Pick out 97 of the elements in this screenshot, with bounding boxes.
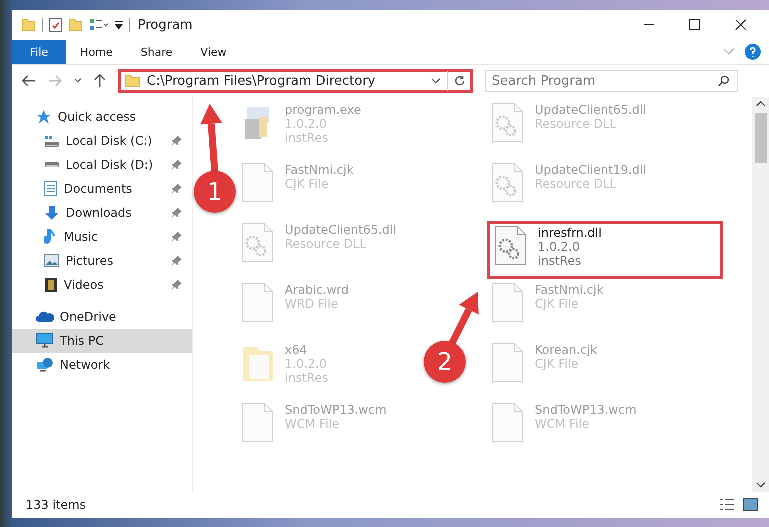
document-icon — [44, 181, 58, 197]
drive-icon — [44, 162, 60, 168]
pin-icon[interactable] — [172, 280, 182, 290]
picture-icon — [44, 254, 60, 268]
scroll-down-icon[interactable] — [756, 482, 766, 488]
pin-icon[interactable] — [172, 184, 182, 194]
sidebar-item[interactable]: Local Disk (C:) — [12, 129, 192, 153]
file-name: UpdateClient65.dll — [535, 103, 647, 117]
sidebar-item[interactable]: OneDrive — [12, 305, 192, 329]
down-arrow-icon — [44, 205, 60, 221]
sidebar-item[interactable]: Network — [12, 353, 192, 377]
file-name: FastNmi.cjk — [285, 163, 354, 177]
file-name: FastNmi.cjk — [535, 283, 604, 297]
pin-icon[interactable] — [172, 256, 182, 266]
blank-file-icon — [491, 403, 525, 443]
window-title: Program — [138, 18, 193, 32]
back-arrow-icon[interactable] — [22, 75, 36, 87]
pin-icon[interactable] — [172, 136, 182, 146]
file-name: program.exe — [285, 103, 362, 117]
step-number-badge: 2 — [424, 341, 466, 383]
blank-file-icon — [241, 283, 275, 323]
sidebar-item[interactable]: Quick access — [12, 105, 192, 129]
file-name: SndToWP13.wcm — [535, 403, 637, 417]
pin-icon[interactable] — [172, 208, 182, 218]
pin-star-icon — [36, 109, 52, 125]
file-detail: CJK File — [535, 297, 580, 311]
file-detail: 1.0.2.0 — [285, 117, 328, 131]
file-detail: CJK File — [285, 177, 330, 191]
file-name: inresfrn.dll — [538, 226, 602, 240]
sidebar-item[interactable]: Downloads — [12, 201, 192, 225]
scroll-thumb[interactable] — [754, 113, 766, 163]
file-detail: WCM File — [535, 417, 590, 431]
scrollbar[interactable] — [752, 97, 769, 492]
blank-file-icon — [241, 163, 275, 203]
pin-icon[interactable] — [172, 232, 182, 242]
recent-caret-icon[interactable] — [74, 78, 82, 84]
dropdown-caret-icon[interactable] — [115, 20, 123, 30]
file-detail: 1.0.2.0 — [285, 357, 328, 371]
file-detail: Resource DLL — [535, 117, 618, 131]
ribbon-tab[interactable]: View — [186, 40, 241, 64]
help-icon[interactable] — [745, 44, 761, 60]
sidebar-item[interactable]: This PC — [12, 329, 192, 353]
file-detail: WRD File — [285, 297, 340, 311]
file-detail: CJK File — [535, 357, 580, 371]
step-number-badge: 1 — [194, 171, 236, 213]
ribbon-tab[interactable]: Home — [66, 40, 127, 64]
file-name: Korean.cjk — [535, 343, 598, 357]
cloud-icon — [36, 311, 54, 323]
file-detail: WCM File — [285, 417, 340, 431]
item-count: 133 items — [26, 498, 86, 512]
gear-file-icon — [491, 103, 525, 143]
blank-file-icon — [491, 283, 525, 323]
music-note-icon — [44, 229, 58, 245]
file-detail: Resource DLL — [285, 237, 368, 251]
view-list-icon[interactable] — [89, 18, 109, 32]
file-name: x64 — [285, 343, 308, 357]
details-view-icon[interactable] — [719, 498, 735, 512]
gear-file-icon — [241, 223, 275, 263]
monitor-icon — [36, 333, 54, 349]
address-path: C:\Program Files\Program Directory — [147, 74, 377, 88]
file-name: SndToWP13.wcm — [285, 403, 387, 417]
sidebar-item[interactable]: Pictures — [12, 249, 192, 273]
refresh-icon[interactable] — [454, 75, 466, 87]
search-field[interactable]: Search Program — [485, 70, 738, 92]
blank-file-icon — [491, 343, 525, 383]
gear-file-icon — [494, 226, 528, 266]
drive-icon — [44, 135, 60, 147]
sidebar-item[interactable]: Local Disk (D:) — [12, 153, 192, 177]
scroll-up-icon[interactable] — [756, 101, 766, 107]
sidebar-item[interactable]: Music — [12, 225, 192, 249]
close-icon[interactable] — [735, 19, 747, 31]
maximize-icon[interactable] — [689, 19, 701, 31]
file-detail: 1.0.2.0 — [538, 240, 581, 254]
ribbon-tab[interactable]: Share — [126, 40, 187, 64]
film-icon — [44, 277, 58, 293]
file-name: UpdateClient65.dll — [285, 223, 397, 237]
file-item[interactable]: inresfrn.dll 1.0.2.0 instRes — [487, 221, 723, 279]
file-detail: instRes — [538, 254, 582, 268]
annotation-arrow — [448, 292, 479, 346]
file-detail: instRes — [285, 131, 330, 145]
folder-icon — [125, 74, 141, 88]
file-name: Arabic.wrd — [285, 283, 350, 297]
gear-file-icon — [491, 163, 525, 203]
file-name: UpdateClient19.dll — [535, 163, 647, 177]
dropdown-caret-icon[interactable] — [431, 78, 441, 84]
file-detail: Resource DLL — [535, 177, 618, 191]
pin-icon[interactable] — [172, 160, 182, 170]
large-icons-view-icon[interactable] — [743, 498, 759, 512]
sidebar-item[interactable]: Videos — [12, 273, 192, 297]
file-detail: instRes — [285, 371, 328, 385]
sidebar-item[interactable]: Documents — [12, 177, 192, 201]
up-arrow-icon[interactable] — [94, 74, 106, 88]
properties-icon[interactable] — [49, 18, 63, 32]
address-bar[interactable]: C:\Program Files\Program Directory — [118, 69, 473, 93]
blank-file-icon — [241, 403, 275, 443]
annotation-arrow — [200, 104, 222, 172]
network-icon — [36, 357, 54, 373]
